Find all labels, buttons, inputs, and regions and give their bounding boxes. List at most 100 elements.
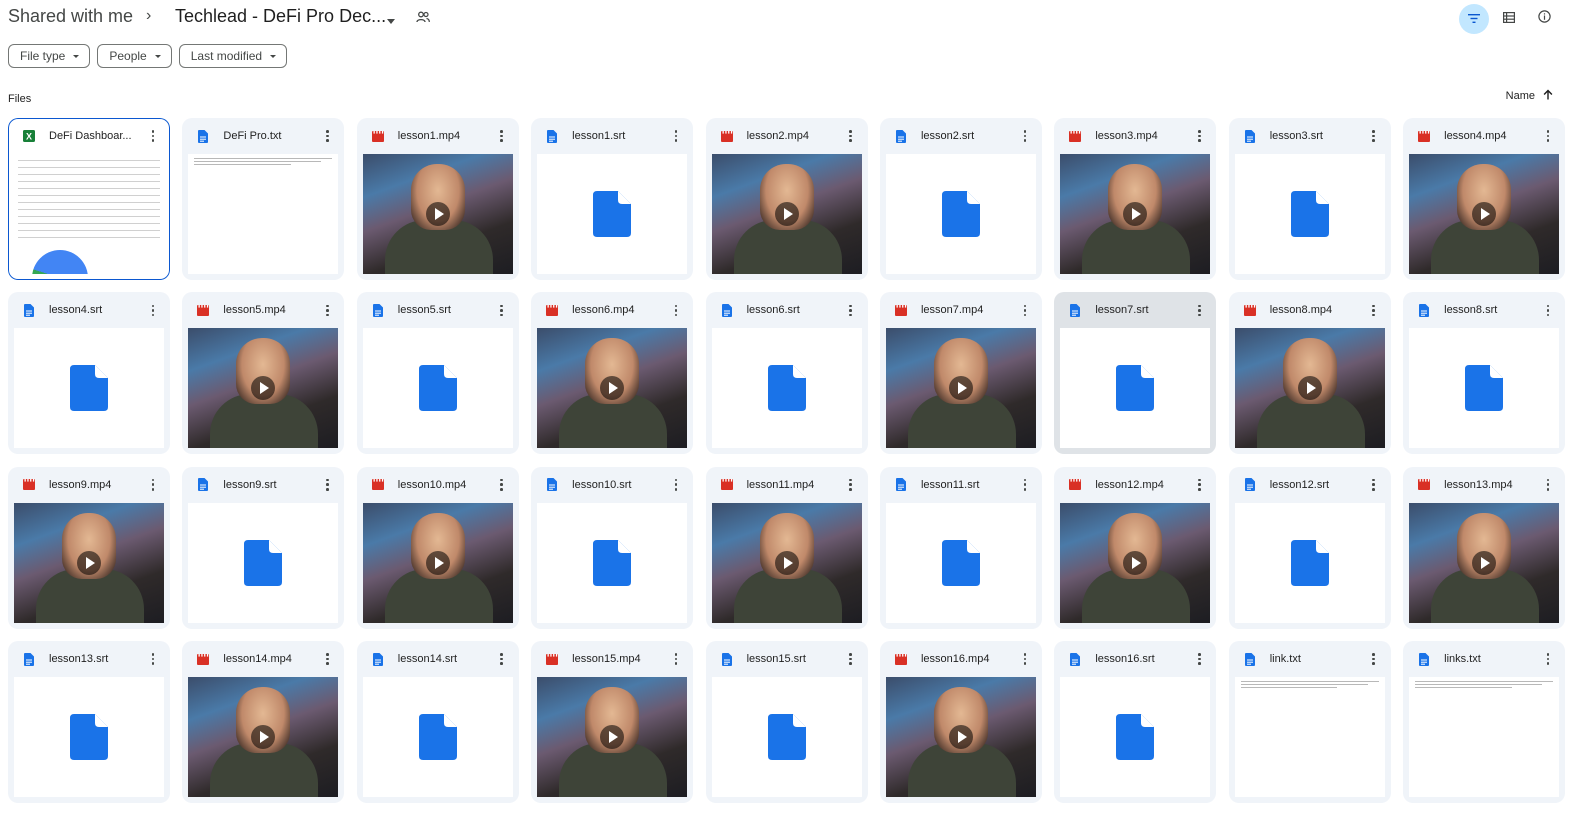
file-card-header: lesson10.srt <box>531 467 693 503</box>
file-card-header: lesson7.mp4 <box>880 292 1042 328</box>
file-name: lesson14.mp4 <box>223 653 292 666</box>
more-options-icon[interactable] <box>493 301 511 319</box>
file-card[interactable]: lesson14.srt <box>356 641 519 804</box>
file-card[interactable]: lesson8.mp4 <box>1228 292 1391 455</box>
file-card[interactable]: lesson10.srt <box>531 466 694 629</box>
more-options-icon[interactable] <box>493 127 511 145</box>
sort-control[interactable]: Name <box>1506 89 1553 103</box>
people-filter[interactable]: People <box>97 44 172 68</box>
file-card[interactable]: lesson11.srt <box>879 466 1042 629</box>
more-options-icon[interactable] <box>842 301 860 319</box>
file-card[interactable]: lesson12.srt <box>1228 466 1391 629</box>
file-card[interactable]: lesson6.srt <box>705 292 868 455</box>
file-card[interactable]: lesson4.srt <box>8 292 170 455</box>
more-options-icon[interactable] <box>318 650 336 668</box>
folder-menu-chevron-icon[interactable] <box>387 12 395 30</box>
shared-folder-people-icon[interactable] <box>416 10 430 28</box>
file-card[interactable]: X DeFi Dashboar... <box>8 118 170 280</box>
file-card[interactable]: lesson9.srt <box>182 466 345 629</box>
more-options-icon[interactable] <box>1539 301 1557 319</box>
file-card[interactable]: lesson12.mp4 <box>1054 466 1217 629</box>
file-card-header: lesson9.srt <box>182 467 344 503</box>
more-options-icon[interactable] <box>1365 650 1383 668</box>
more-options-icon[interactable] <box>318 127 336 145</box>
more-options-icon[interactable] <box>842 127 860 145</box>
document-file-icon <box>720 652 734 666</box>
last-modified-filter[interactable]: Last modified <box>178 44 288 68</box>
document-file-icon <box>894 129 908 143</box>
more-options-icon[interactable] <box>493 650 511 668</box>
file-card[interactable]: lesson2.mp4 <box>705 118 868 280</box>
more-options-icon[interactable] <box>1190 650 1208 668</box>
more-options-icon[interactable] <box>1539 476 1557 494</box>
file-card[interactable]: links.txt <box>1403 641 1566 804</box>
more-options-icon[interactable] <box>1539 650 1557 668</box>
more-options-icon[interactable] <box>1365 301 1383 319</box>
file-card[interactable]: lesson15.srt <box>705 641 868 804</box>
file-card[interactable]: lesson8.srt <box>1403 292 1566 455</box>
document-preview-icon <box>885 154 1036 274</box>
more-options-icon[interactable] <box>1190 127 1208 145</box>
breadcrumb-current-folder[interactable]: Techlead - DeFi Pro Dec... <box>175 6 386 27</box>
file-card[interactable]: lesson5.mp4 <box>182 292 345 455</box>
more-options-icon[interactable] <box>1016 476 1034 494</box>
more-options-icon[interactable] <box>1190 301 1208 319</box>
file-card[interactable]: lesson9.mp4 <box>8 466 170 629</box>
more-options-icon[interactable] <box>1016 650 1034 668</box>
file-card-header: lesson1.srt <box>531 118 693 154</box>
more-options-icon[interactable] <box>318 476 336 494</box>
more-options-icon[interactable] <box>842 650 860 668</box>
file-card[interactable]: lesson10.mp4 <box>356 466 519 629</box>
file-name: DeFi Dashboar... <box>49 130 132 142</box>
more-options-icon[interactable] <box>667 650 685 668</box>
more-options-icon[interactable] <box>667 127 685 145</box>
file-card[interactable]: lesson11.mp4 <box>705 466 868 629</box>
file-card[interactable]: lesson14.mp4 <box>182 641 345 804</box>
more-options-icon[interactable] <box>493 476 511 494</box>
details-button[interactable] <box>1529 4 1559 34</box>
more-options-icon[interactable] <box>144 127 162 145</box>
file-card[interactable]: lesson15.mp4 <box>531 641 694 804</box>
list-layout-button[interactable] <box>1494 4 1524 34</box>
document-preview-icon <box>711 677 862 798</box>
more-options-icon[interactable] <box>318 301 336 319</box>
more-options-icon[interactable] <box>1365 476 1383 494</box>
file-card[interactable]: lesson4.mp4 <box>1403 118 1566 280</box>
file-card[interactable]: lesson3.srt <box>1228 118 1391 280</box>
file-card[interactable]: lesson16.srt <box>1054 641 1217 804</box>
more-options-icon[interactable] <box>667 301 685 319</box>
file-card[interactable]: lesson1.mp4 <box>356 118 519 280</box>
file-card[interactable]: lesson5.srt <box>356 292 519 455</box>
file-card[interactable]: lesson16.mp4 <box>879 641 1042 804</box>
file-card[interactable]: lesson13.mp4 <box>1403 466 1566 629</box>
file-name: lesson3.srt <box>1269 130 1323 142</box>
file-card[interactable]: lesson6.mp4 <box>531 292 694 455</box>
file-card[interactable]: lesson2.srt <box>879 118 1042 280</box>
file-name: lesson9.mp4 <box>49 478 112 491</box>
more-options-icon[interactable] <box>1539 127 1557 145</box>
file-card[interactable]: lesson1.srt <box>531 118 694 280</box>
more-options-icon[interactable] <box>144 301 162 319</box>
more-options-icon[interactable] <box>144 476 162 494</box>
document-file-icon <box>22 303 36 317</box>
file-type-filter[interactable]: File type <box>8 44 91 68</box>
file-card[interactable]: DeFi Pro.txt <box>182 118 345 280</box>
video-thumbnail <box>362 154 513 274</box>
file-card[interactable]: lesson13.srt <box>8 641 170 804</box>
more-options-icon[interactable] <box>1190 476 1208 494</box>
breadcrumb-root[interactable]: Shared with me <box>8 6 133 27</box>
file-card[interactable]: lesson7.mp4 <box>879 292 1042 455</box>
document-preview-icon <box>362 328 513 449</box>
arrow-up-icon[interactable] <box>1543 89 1553 103</box>
file-card[interactable]: lesson7.srt <box>1054 292 1217 455</box>
more-options-icon[interactable] <box>144 650 162 668</box>
more-options-icon[interactable] <box>842 476 860 494</box>
document-file-icon <box>196 129 210 143</box>
more-options-icon[interactable] <box>1365 127 1383 145</box>
file-card[interactable]: link.txt <box>1228 641 1391 804</box>
more-options-icon[interactable] <box>667 476 685 494</box>
file-card[interactable]: lesson3.mp4 <box>1054 118 1217 280</box>
filter-view-button[interactable] <box>1459 4 1489 34</box>
more-options-icon[interactable] <box>1016 301 1034 319</box>
more-options-icon[interactable] <box>1016 127 1034 145</box>
